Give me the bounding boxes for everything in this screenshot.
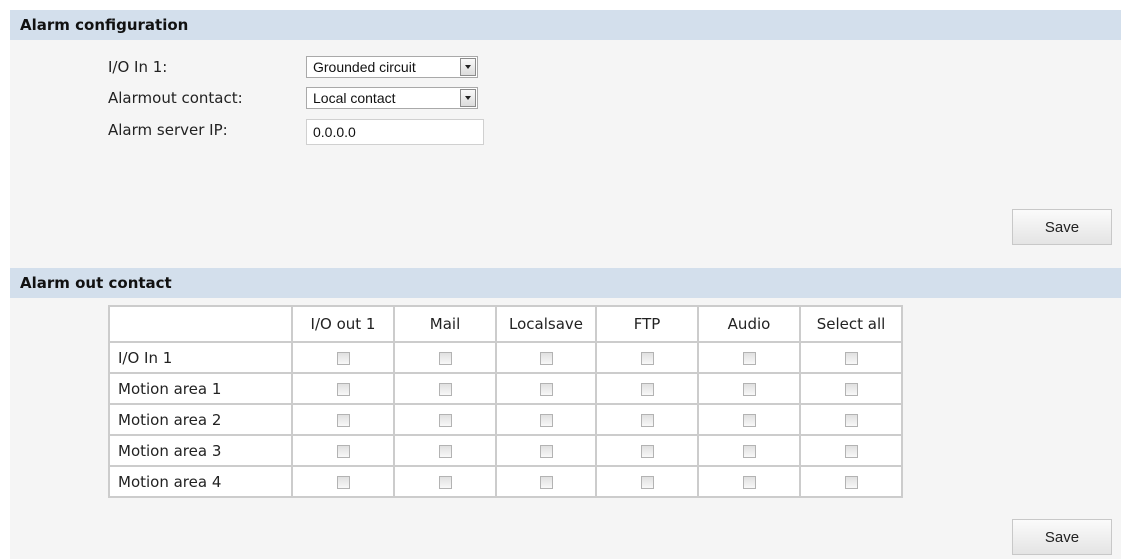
alarm-server-ip-label: Alarm server IP: [108, 121, 228, 139]
table-row: I/O In 1 [108, 341, 903, 374]
alarmout-contact-row: Alarmout contact: Local contact [10, 87, 610, 113]
io-in-1-select-all-checkbox[interactable] [844, 351, 858, 365]
row-label-io-in-1: I/O In 1 [108, 341, 293, 374]
alarm-configuration-title: Alarm configuration [20, 16, 189, 34]
io-in-1-row: I/O In 1: Grounded circuit [10, 56, 610, 82]
column-header-select-all: Select all [799, 305, 903, 343]
motion-area-3-mail-checkbox[interactable] [438, 444, 452, 458]
motion-area-3-audio-checkbox[interactable] [742, 444, 756, 458]
alarm-out-contact-header: Alarm out contact [10, 268, 1121, 298]
motion-area-3-io-out-1-checkbox[interactable] [336, 444, 350, 458]
io-in-1-label: I/O In 1: [108, 58, 168, 76]
io-in-1-value: Grounded circuit [313, 59, 416, 75]
row-label-motion-area-3: Motion area 3 [108, 434, 293, 467]
motion-area-1-ftp-checkbox[interactable] [640, 382, 654, 396]
alarmout-contact-label: Alarmout contact: [108, 89, 243, 107]
alarm-server-ip-input[interactable] [306, 119, 484, 145]
motion-area-1-select-all-checkbox[interactable] [844, 382, 858, 396]
motion-area-4-io-out-1-checkbox[interactable] [336, 475, 350, 489]
alarm-out-contact-title: Alarm out contact [20, 274, 172, 292]
motion-area-2-io-out-1-checkbox[interactable] [336, 413, 350, 427]
motion-area-1-audio-checkbox[interactable] [742, 382, 756, 396]
alarm-out-contact-table: I/O out 1 Mail Localsave FTP Audio Selec… [108, 305, 903, 498]
io-in-1-ftp-checkbox[interactable] [640, 351, 654, 365]
io-in-1-audio-checkbox[interactable] [742, 351, 756, 365]
motion-area-1-localsave-checkbox[interactable] [539, 382, 553, 396]
save-button-alarm-out-contact[interactable]: Save [1012, 519, 1112, 555]
column-header-ftp: FTP [595, 305, 699, 343]
motion-area-2-select-all-checkbox[interactable] [844, 413, 858, 427]
motion-area-1-io-out-1-checkbox[interactable] [336, 382, 350, 396]
motion-area-1-mail-checkbox[interactable] [438, 382, 452, 396]
chevron-down-icon[interactable] [460, 89, 476, 107]
table-row: Motion area 4 [108, 465, 903, 498]
page: Alarm configuration I/O In 1: Grounded c… [10, 10, 1121, 559]
io-in-1-localsave-checkbox[interactable] [539, 351, 553, 365]
motion-area-2-mail-checkbox[interactable] [438, 413, 452, 427]
table-row: Motion area 3 [108, 434, 903, 467]
io-in-1-io-out-1-checkbox[interactable] [336, 351, 350, 365]
row-label-motion-area-4: Motion area 4 [108, 465, 293, 498]
alarm-configuration-header: Alarm configuration [10, 10, 1121, 40]
chevron-down-icon[interactable] [460, 58, 476, 76]
table-header-row: I/O out 1 Mail Localsave FTP Audio Selec… [108, 305, 903, 343]
motion-area-2-audio-checkbox[interactable] [742, 413, 756, 427]
column-header-io-out-1: I/O out 1 [291, 305, 395, 343]
save-button-alarm-configuration[interactable]: Save [1012, 209, 1112, 245]
alarmout-contact-value: Local contact [313, 90, 396, 106]
table-row: Motion area 2 [108, 403, 903, 436]
motion-area-4-select-all-checkbox[interactable] [844, 475, 858, 489]
io-in-1-select[interactable]: Grounded circuit [306, 56, 478, 78]
column-header-localsave: Localsave [495, 305, 597, 343]
motion-area-2-ftp-checkbox[interactable] [640, 413, 654, 427]
motion-area-2-localsave-checkbox[interactable] [539, 413, 553, 427]
table-row: Motion area 1 [108, 372, 903, 405]
motion-area-4-ftp-checkbox[interactable] [640, 475, 654, 489]
motion-area-3-select-all-checkbox[interactable] [844, 444, 858, 458]
row-label-motion-area-2: Motion area 2 [108, 403, 293, 436]
io-in-1-mail-checkbox[interactable] [438, 351, 452, 365]
motion-area-4-localsave-checkbox[interactable] [539, 475, 553, 489]
table-corner-cell [108, 305, 293, 343]
motion-area-4-audio-checkbox[interactable] [742, 475, 756, 489]
alarm-server-ip-row: Alarm server IP: [10, 119, 610, 145]
motion-area-4-mail-checkbox[interactable] [438, 475, 452, 489]
alarmout-contact-select[interactable]: Local contact [306, 87, 478, 109]
motion-area-3-localsave-checkbox[interactable] [539, 444, 553, 458]
motion-area-3-ftp-checkbox[interactable] [640, 444, 654, 458]
column-header-mail: Mail [393, 305, 497, 343]
column-header-audio: Audio [697, 305, 801, 343]
row-label-motion-area-1: Motion area 1 [108, 372, 293, 405]
